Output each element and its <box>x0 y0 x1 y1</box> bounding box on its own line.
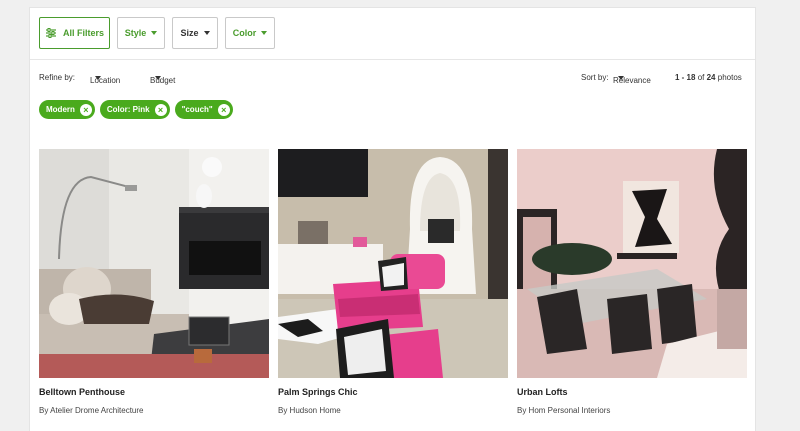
filter-chip[interactable]: Modern × <box>39 100 95 119</box>
style-filter-label: Style <box>124 28 147 38</box>
results-total: 24 <box>706 73 716 82</box>
results-unit: photos <box>717 73 742 82</box>
card-byline[interactable]: By Hudson Home <box>278 406 341 415</box>
results-range: 1 - 18 <box>675 73 696 82</box>
caret-down-icon <box>95 76 101 80</box>
sort-by-label: Sort by: <box>581 73 609 82</box>
room-photo[interactable] <box>39 149 269 378</box>
card-title[interactable]: Urban Lofts <box>517 387 568 397</box>
filter-chip-label: "couch" <box>181 105 213 114</box>
room-photo[interactable] <box>517 149 747 378</box>
caret-down-icon <box>155 76 161 80</box>
size-filter-button[interactable]: Size <box>172 17 218 49</box>
refine-bar: Refine by: Location Budget Sort by: Rele… <box>30 70 755 85</box>
card-title[interactable]: Belltown Penthouse <box>39 387 125 397</box>
color-filter-button[interactable]: Color <box>225 17 275 49</box>
style-filter-button[interactable]: Style <box>117 17 165 49</box>
card-byline[interactable]: By Atelier Drome Architecture <box>39 406 143 415</box>
filter-bar: All Filters Style Size Color <box>30 8 755 60</box>
results-panel: All Filters Style Size Color Refine by: … <box>29 7 756 431</box>
filter-chip-label: Color: Pink <box>106 105 150 114</box>
room-photo[interactable] <box>278 149 508 378</box>
results-of: of <box>697 73 705 82</box>
card-byline[interactable]: By Hom Personal Interiors <box>517 406 610 415</box>
all-filters-button[interactable]: All Filters <box>39 17 110 49</box>
caret-down-icon <box>151 31 158 35</box>
remove-chip-icon[interactable]: × <box>217 103 230 116</box>
sliders-icon <box>45 28 56 38</box>
caret-down-icon <box>203 31 210 35</box>
all-filters-label: All Filters <box>62 28 104 38</box>
results-count: 1 - 18 of 24 photos <box>675 73 742 82</box>
refine-by-label: Refine by: <box>39 73 76 82</box>
caret-down-icon <box>618 76 624 80</box>
size-filter-label: Size <box>180 28 199 38</box>
filter-chip[interactable]: Color: Pink × <box>99 100 170 119</box>
filter-chip[interactable]: "couch" × <box>174 100 233 119</box>
caret-down-icon <box>261 31 268 35</box>
color-filter-label: Color <box>232 28 257 38</box>
card-title[interactable]: Palm Springs Chic <box>278 387 358 397</box>
active-filter-chips: Modern × Color: Pink × "couch" × <box>39 100 233 119</box>
remove-chip-icon[interactable]: × <box>79 103 92 116</box>
budget-dropdown-label: Budget <box>150 76 176 85</box>
remove-chip-icon[interactable]: × <box>154 103 167 116</box>
filter-chip-label: Modern <box>46 105 75 114</box>
